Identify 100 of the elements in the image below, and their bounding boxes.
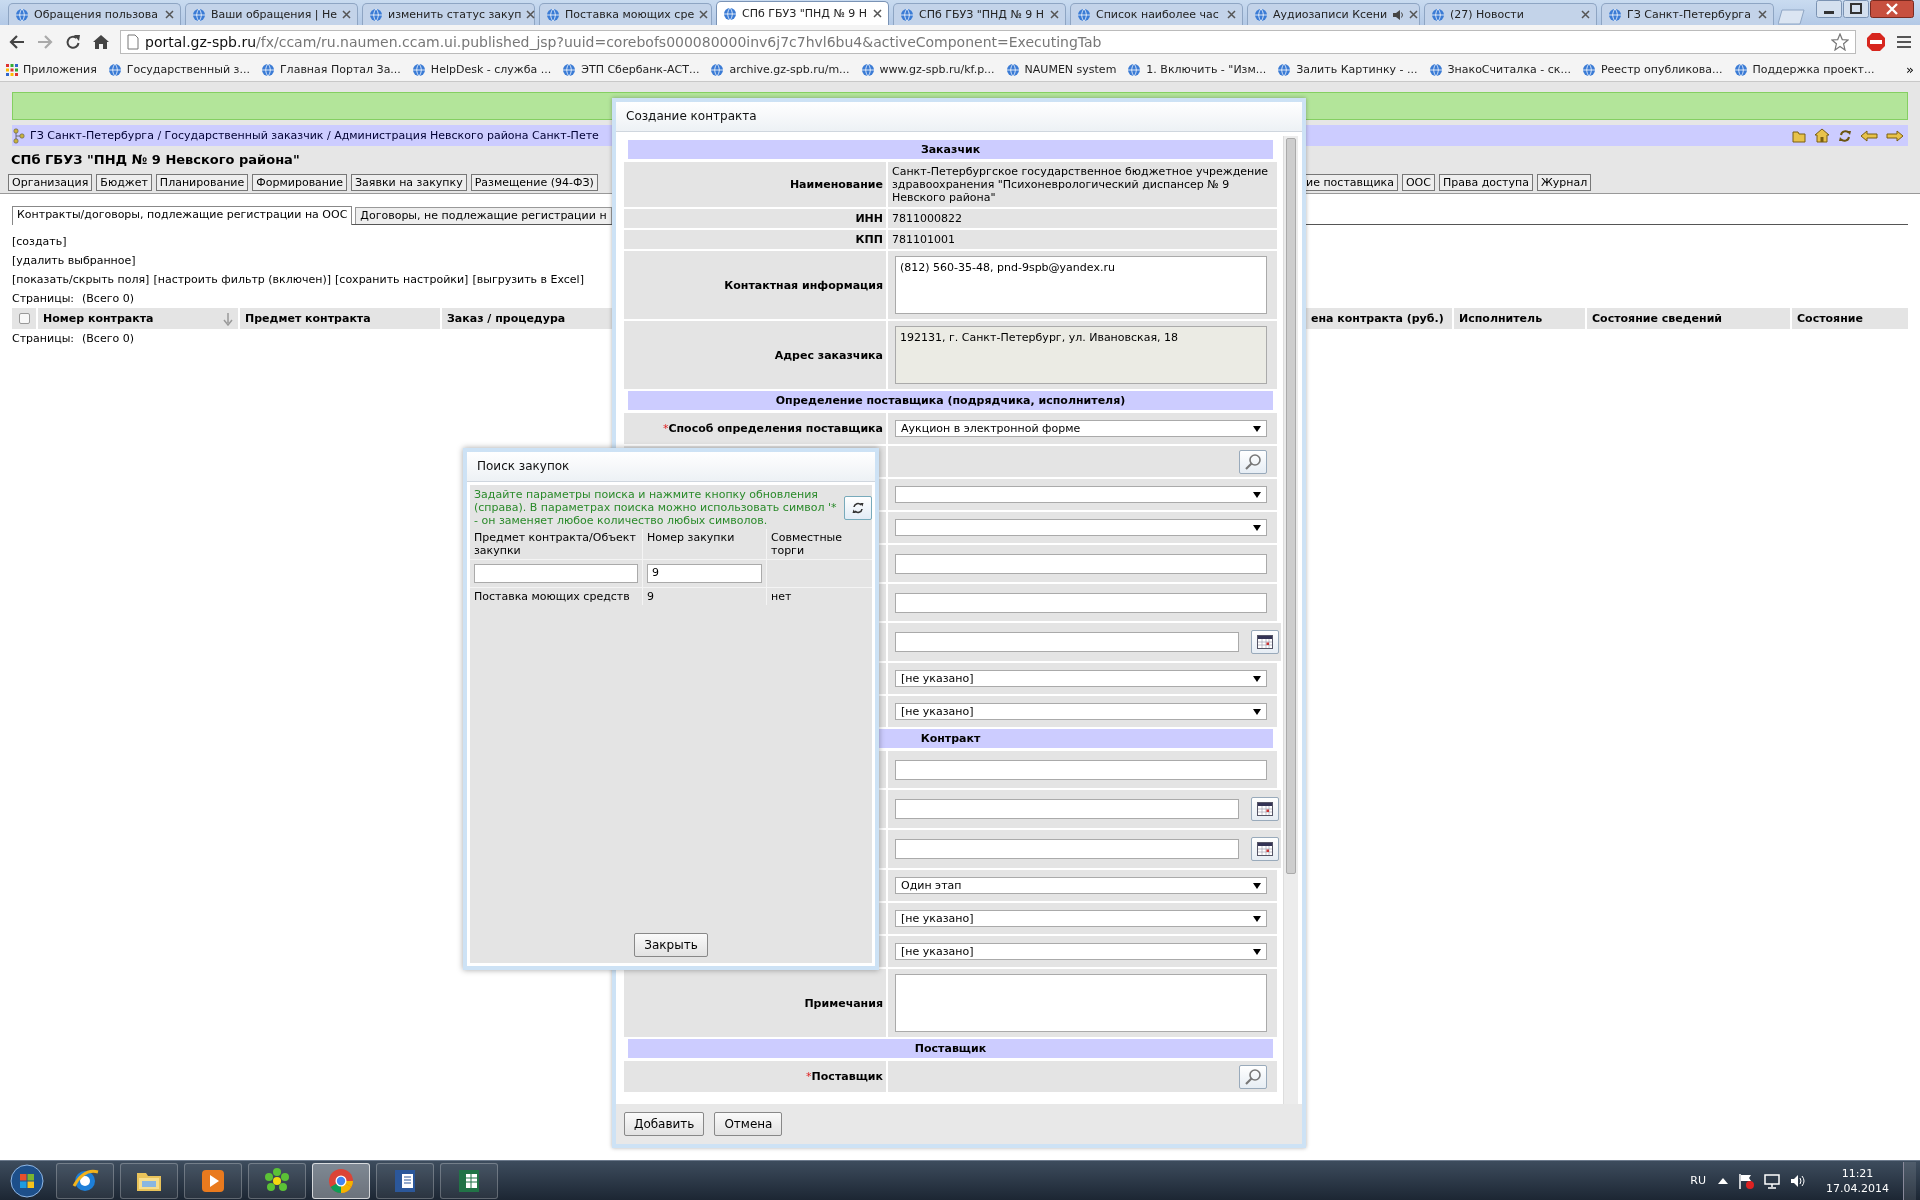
calendar-button[interactable] — [1251, 797, 1279, 821]
language-indicator[interactable]: RU — [1690, 1174, 1706, 1187]
tray-expand-icon[interactable] — [1718, 1176, 1728, 1185]
taskbar-button[interactable] — [440, 1162, 498, 1199]
date-field[interactable] — [895, 799, 1239, 819]
nav-button[interactable]: Права доступа — [1438, 174, 1533, 191]
flag-icon[interactable] — [1738, 1172, 1754, 1189]
network-icon[interactable] — [1764, 1172, 1780, 1189]
result-cell[interactable]: нет — [767, 588, 872, 605]
menu-icon[interactable] — [1896, 34, 1912, 49]
column-header[interactable]: Состояние сведений — [1587, 308, 1790, 329]
tab-close-icon[interactable] — [342, 10, 352, 19]
bookmark[interactable]: Поддержка проект... — [1733, 62, 1875, 77]
tab-close-icon[interactable] — [873, 9, 882, 18]
show-desktop-button[interactable] — [1903, 1161, 1916, 1200]
browser-tab[interactable]: Список наиболее час — [1070, 3, 1243, 25]
input-field[interactable] — [895, 592, 1267, 613]
forward-arrow-icon[interactable] — [1886, 129, 1904, 142]
browser-tab[interactable]: ГЗ Санкт-Петербурга — [1601, 3, 1774, 25]
tab-close-icon[interactable] — [1050, 10, 1059, 19]
close-icon[interactable] — [1870, 0, 1914, 18]
dropdown[interactable]: [не указано] — [895, 703, 1267, 720]
tab-close-icon[interactable] — [1409, 10, 1419, 19]
column-header[interactable]: Состояние — [1792, 308, 1908, 329]
browser-tab[interactable]: СПб ГБУЗ "ПНД № 9 Н — [893, 3, 1066, 25]
breadcrumb-path[interactable]: ГЗ Санкт-Петербурга / Государственный заказчик / Администрация Невского района Санкт-Пете — [30, 129, 599, 142]
tab-close-icon[interactable] — [1581, 10, 1590, 19]
star-icon[interactable] — [1831, 32, 1849, 51]
bookmark[interactable]: HelpDesk - служба ... — [411, 62, 552, 77]
taskbar-button[interactable] — [312, 1162, 370, 1199]
dropdown[interactable]: [не указано] — [895, 670, 1267, 687]
search-button[interactable] — [1239, 1064, 1267, 1089]
refresh-icon[interactable] — [1838, 127, 1852, 144]
filter-field[interactable]: 9 — [647, 564, 762, 583]
scrollbar[interactable] — [1283, 136, 1298, 1104]
start-orb-icon[interactable] — [10, 1163, 44, 1198]
nav-button[interactable]: Планирование — [155, 174, 249, 191]
action-link[interactable]: [создать] — [12, 235, 67, 248]
result-cell[interactable]: 9 — [643, 588, 766, 605]
column-header[interactable]: Номер контракта — [38, 308, 238, 329]
action-link[interactable]: [выгрузить в Excel] — [472, 273, 584, 286]
action-link[interactable]: [удалить выбранное] — [12, 254, 136, 267]
more-bookmarks-button[interactable]: » — [1906, 62, 1914, 77]
reload-icon[interactable] — [64, 32, 82, 51]
column-header[interactable]: Предмет контракта — [240, 308, 440, 329]
dropdown[interactable]: [не указано] — [895, 910, 1267, 927]
stop-sign-icon[interactable] — [1866, 31, 1886, 52]
dialog-button[interactable]: Отмена — [714, 1112, 783, 1136]
input-field[interactable] — [895, 553, 1267, 574]
taskbar-button[interactable] — [248, 1162, 306, 1199]
tab-close-icon[interactable] — [699, 10, 709, 19]
bookmark[interactable]: Залить Картинку - ... — [1277, 62, 1418, 77]
dropdown[interactable]: Один этап — [895, 877, 1267, 894]
browser-tab[interactable]: СПб ГБУЗ "ПНД № 9 Н — [716, 1, 889, 25]
bookmark[interactable]: ЗнакоСчиталка - ск... — [1428, 62, 1571, 77]
folder-icon[interactable] — [1792, 128, 1806, 143]
nav-button[interactable]: Формирование — [252, 174, 347, 191]
back-arrow-icon[interactable] — [1860, 129, 1878, 142]
taskbar-button[interactable] — [120, 1162, 178, 1199]
browser-tab[interactable]: Поставка моющих сре — [539, 3, 712, 25]
browser-tab[interactable]: изменить статус закуп — [362, 3, 535, 25]
nav-button[interactable]: Журнал — [1536, 174, 1592, 191]
bookmark[interactable]: ЭТП Сбербанк-АСТ... — [562, 62, 700, 77]
home-icon[interactable] — [92, 32, 110, 51]
nav-button[interactable]: Размещение (94-ФЗ) — [470, 174, 598, 191]
content-tab[interactable]: Контракты/договоры, подлежащие регистрации на ООС — [12, 206, 353, 225]
calendar-button[interactable] — [1251, 630, 1279, 654]
column-header[interactable]: Исполнитель — [1454, 308, 1585, 329]
taskbar-button[interactable] — [184, 1162, 242, 1199]
taskbar-button[interactable] — [376, 1162, 434, 1199]
nav-button[interactable]: Бюджет — [96, 174, 152, 191]
refresh-button[interactable] — [844, 496, 872, 520]
bookmark[interactable]: Государственный з... — [107, 62, 250, 77]
apps-link[interactable]: Приложения — [6, 63, 97, 76]
browser-tab[interactable]: Ваши обращения | Не — [185, 3, 358, 25]
tab-close-icon[interactable] — [1758, 10, 1767, 19]
address-field[interactable]: portal.gz-spb.ru/fx/ccam/ru.naumen.ccam.ui.published_jsp?uuid=corebofs000080000inv6j7c7hvl6bu4&activeComponent=ExecutingTab — [120, 29, 1856, 54]
date-field[interactable] — [895, 839, 1239, 859]
column-header[interactable]: ена контракта (руб.) — [1306, 308, 1452, 329]
result-cell[interactable]: Поставка моющих средств — [470, 588, 642, 605]
back-icon[interactable] — [8, 32, 26, 51]
tab-close-icon[interactable] — [1227, 10, 1236, 19]
clock[interactable]: 11:21 17.04.2014 — [1826, 1165, 1889, 1196]
dropdown[interactable]: [не указано] — [895, 943, 1267, 960]
minimize-icon[interactable] — [1816, 0, 1842, 18]
close-button[interactable]: Закрыть — [634, 933, 708, 957]
action-link[interactable]: [настроить фильтр (включен)] — [153, 273, 332, 286]
bookmark[interactable]: Главная Портал За... — [260, 62, 401, 77]
browser-tab[interactable]: Аудиозаписи Ксени — [1247, 3, 1420, 25]
bookmark[interactable]: www.gz-spb.ru/kf.p... — [860, 62, 995, 77]
search-button[interactable] — [1239, 449, 1267, 474]
action-link[interactable]: [показать/скрыть поля] — [12, 273, 150, 286]
browser-tab[interactable]: (27) Новости — [1424, 3, 1597, 25]
bookmark[interactable]: NAUMEN system — [1005, 62, 1117, 77]
bookmark[interactable]: archive.gz-spb.ru/m... — [710, 62, 850, 77]
nav-button[interactable]: ООС — [1401, 174, 1435, 191]
action-link[interactable]: [сохранить настройки] — [335, 273, 469, 286]
taskbar-button[interactable] — [56, 1162, 114, 1199]
bookmark[interactable]: 1. Включить - "Изм... — [1127, 62, 1267, 77]
bookmark[interactable]: Реестр опубликова... — [1581, 62, 1723, 77]
